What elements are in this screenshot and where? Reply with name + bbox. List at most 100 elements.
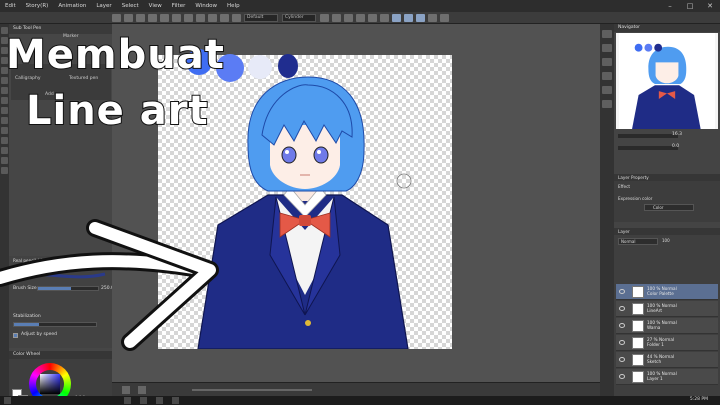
layer-name: Layer 1 xyxy=(647,376,663,381)
fit-icon[interactable] xyxy=(122,386,130,394)
expression-color-select[interactable]: Color xyxy=(644,204,694,211)
layer-thumbnail xyxy=(632,337,644,349)
layer-thumbnail xyxy=(632,371,644,383)
item-bank-icon[interactable] xyxy=(602,58,612,66)
eye-icon[interactable] xyxy=(619,357,625,362)
expression-color-label: Expression color xyxy=(618,196,653,201)
window-controls: – □ ✕ xyxy=(660,0,720,12)
menu-view[interactable]: View xyxy=(144,3,167,9)
nav-angle-value: 0.0 xyxy=(672,144,680,149)
close-button[interactable]: ✕ xyxy=(700,0,720,12)
snap-grid-icon[interactable] xyxy=(416,13,425,22)
menu-select[interactable]: Select xyxy=(117,3,144,9)
taskbar-app-2-icon[interactable] xyxy=(140,397,147,404)
figure-tool-icon[interactable] xyxy=(1,157,8,164)
blend-tool-icon[interactable] xyxy=(1,127,8,134)
layer-label: 100 % Normal Color Palette xyxy=(647,286,677,296)
layer-label: 100 % Normal Layer 1 xyxy=(647,371,677,381)
layer-row[interactable]: 100 % Normal Warna xyxy=(616,318,718,334)
eraser-tool-icon[interactable] xyxy=(1,117,8,124)
layer-row[interactable]: 27 % Normal Folder 1 xyxy=(616,335,718,351)
copy-icon[interactable] xyxy=(220,13,229,22)
fill-icon[interactable] xyxy=(196,13,205,22)
show-icon[interactable] xyxy=(440,13,449,22)
taskbar-app-1-icon[interactable] xyxy=(124,397,131,404)
menu-help[interactable]: Help xyxy=(222,3,245,9)
snap-ruler-icon[interactable] xyxy=(404,13,413,22)
maximize-button[interactable]: □ xyxy=(680,0,700,12)
layer-header: Layer xyxy=(614,228,720,235)
text-tool-icon[interactable] xyxy=(1,167,8,174)
taskbar: 5:28 PM xyxy=(0,396,720,405)
ruler-icon[interactable] xyxy=(380,13,389,22)
layer-label: 100 % Normal LineArt xyxy=(647,303,677,313)
menu-edit[interactable]: Edit xyxy=(0,3,21,9)
rotate-icon[interactable] xyxy=(344,13,353,22)
new-icon[interactable] xyxy=(112,13,121,22)
clear-icon[interactable] xyxy=(172,13,181,22)
layer-thumbnail xyxy=(632,303,644,315)
nav-zoom-slider[interactable] xyxy=(618,134,678,138)
menu-filter[interactable]: Filter xyxy=(167,3,191,9)
navigator-icon[interactable] xyxy=(602,30,612,38)
sub-view-icon[interactable] xyxy=(602,44,612,52)
layer-row[interactable]: 44 % Normal Sketch xyxy=(616,352,718,368)
menu-animation[interactable]: Animation xyxy=(53,3,91,9)
search-layer-icon[interactable] xyxy=(602,100,612,108)
canvas-status-bar xyxy=(112,382,600,396)
eye-icon[interactable] xyxy=(619,306,625,311)
color-saturation-square[interactable] xyxy=(40,374,60,394)
pencil-tool-icon[interactable] xyxy=(1,87,8,94)
opacity-value: 100 xyxy=(662,238,670,243)
nav-angle-slider[interactable] xyxy=(618,146,678,150)
layer-name: LineArt xyxy=(647,308,662,313)
layer-row[interactable]: 100 % Normal Layer 1 xyxy=(616,369,718,385)
undo-arrow-icon[interactable] xyxy=(320,13,329,22)
paste-icon[interactable] xyxy=(208,13,217,22)
eye-icon[interactable] xyxy=(619,289,625,294)
navigator-thumbnail[interactable] xyxy=(616,33,718,129)
snap-icon[interactable] xyxy=(392,13,401,22)
layer-row[interactable]: 100 % Normal LineArt xyxy=(616,301,718,317)
redo-arrow-icon[interactable] xyxy=(332,13,341,22)
start-icon[interactable] xyxy=(4,397,11,404)
transform-icon[interactable] xyxy=(184,13,193,22)
history-icon[interactable] xyxy=(602,86,612,94)
cut-icon[interactable] xyxy=(232,13,241,22)
toolbar-select-2[interactable]: Cylinder xyxy=(282,13,316,22)
menu-story[interactable]: Story(R) xyxy=(21,3,54,9)
menu-layer[interactable]: Layer xyxy=(91,3,116,9)
layer-property-header: Layer Property xyxy=(614,174,720,181)
gradient-tool-icon[interactable] xyxy=(1,147,8,154)
fill-tool-icon[interactable] xyxy=(1,137,8,144)
layer-row[interactable]: 100 % Normal Color Palette xyxy=(616,284,718,300)
grid-icon[interactable] xyxy=(368,13,377,22)
blend-mode-select[interactable]: Normal xyxy=(618,238,658,245)
taskbar-clock: 5:28 PM xyxy=(689,397,708,402)
grid-toggle-icon[interactable] xyxy=(138,386,146,394)
minimize-button[interactable]: – xyxy=(660,0,680,12)
save-icon[interactable] xyxy=(136,13,145,22)
app-window: Edit Story(R) Animation Layer Select Vie… xyxy=(0,0,720,405)
mirror-icon[interactable] xyxy=(428,13,437,22)
pointing-arrow xyxy=(0,219,219,351)
taskbar-app-4-icon[interactable] xyxy=(172,397,179,404)
undo-icon[interactable] xyxy=(148,13,157,22)
eye-icon[interactable] xyxy=(619,340,625,345)
eye-icon[interactable] xyxy=(619,374,625,379)
eye-icon[interactable] xyxy=(619,323,625,328)
brush-tool-icon[interactable] xyxy=(1,97,8,104)
redo-icon[interactable] xyxy=(160,13,169,22)
taskbar-app-3-icon[interactable] xyxy=(156,397,163,404)
palette-color-4[interactable] xyxy=(278,54,298,78)
flip-icon[interactable] xyxy=(356,13,365,22)
airbrush-tool-icon[interactable] xyxy=(1,107,8,114)
timeline-track[interactable] xyxy=(192,389,312,391)
pen-tool-icon[interactable] xyxy=(1,77,8,84)
toolbar-select-1[interactable]: Default xyxy=(244,13,278,22)
layer-label: 44 % Normal Sketch xyxy=(647,354,674,364)
open-icon[interactable] xyxy=(124,13,133,22)
material-icon[interactable] xyxy=(602,72,612,80)
palette-color-3[interactable] xyxy=(248,55,272,79)
menu-window[interactable]: Window xyxy=(190,3,222,9)
